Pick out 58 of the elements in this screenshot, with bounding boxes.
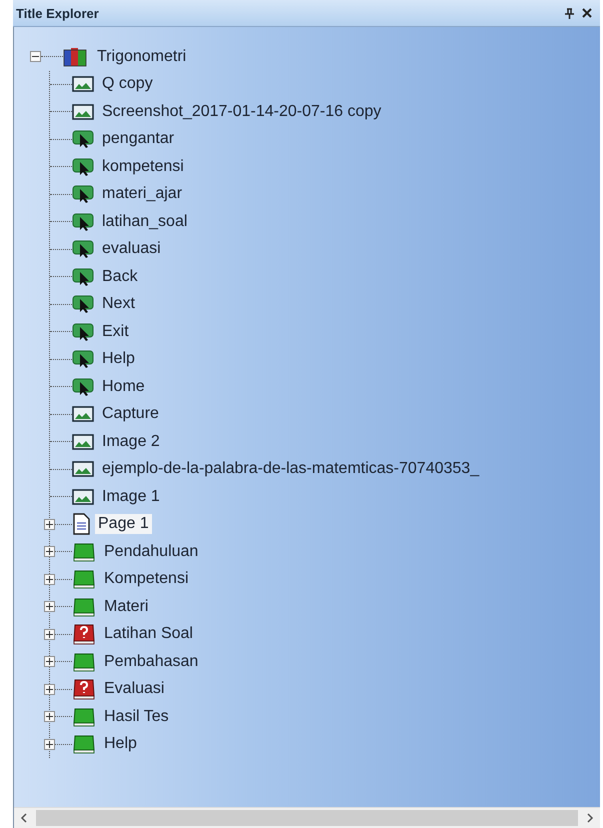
book-icon	[72, 542, 96, 562]
pin-icon[interactable]	[565, 8, 574, 18]
book-icon	[72, 706, 96, 727]
question-book-icon	[72, 623, 96, 646]
image-icon	[72, 104, 94, 120]
scroll-right-icon[interactable]	[586, 813, 594, 823]
cursor-button-icon	[72, 129, 94, 150]
tree-item[interactable]: Pembahasan	[101, 652, 202, 672]
book-icon	[72, 652, 96, 672]
books-icon	[63, 46, 89, 68]
scrollbar-thumb[interactable]	[36, 810, 578, 826]
cursor-button-icon	[72, 266, 94, 287]
cursor-button-icon	[72, 184, 94, 204]
tree-item[interactable]: Exit	[99, 322, 132, 342]
tree-item[interactable]: kompetensi	[99, 156, 187, 177]
tree-item[interactable]: Evaluasi	[101, 679, 168, 700]
book-icon	[72, 734, 96, 754]
image-icon	[72, 406, 94, 422]
tree-item[interactable]: Page 1	[95, 514, 152, 534]
image-icon	[72, 488, 94, 505]
cursor-button-icon	[72, 376, 94, 397]
tree-item[interactable]: Back	[99, 266, 141, 287]
tree-item[interactable]: Next	[99, 294, 138, 314]
tree-item[interactable]: Q copy	[99, 74, 156, 94]
document-icon	[72, 513, 90, 536]
tree-item[interactable]: Help	[99, 349, 138, 370]
image-icon	[72, 461, 94, 478]
tree-item[interactable]: Image 1	[99, 486, 163, 507]
tree-item[interactable]: pengantar	[99, 129, 178, 150]
tree-item[interactable]: ejemplo-de-la-palabra-de-las-matemticas-70740353_	[99, 459, 482, 480]
tree-item[interactable]: evaluasi	[99, 239, 164, 260]
image-icon	[72, 76, 94, 92]
tree-item[interactable]: Home	[99, 376, 148, 397]
tree-item[interactable]: Hasil Tes	[101, 706, 172, 727]
tree-item[interactable]: materi_ajar	[99, 184, 186, 204]
cursor-button-icon	[72, 239, 94, 260]
tree-item[interactable]: Trigonometri	[94, 46, 190, 67]
book-icon	[72, 596, 96, 617]
cursor-button-icon	[72, 212, 94, 232]
tree-item[interactable]: Capture	[99, 404, 162, 424]
tree-item[interactable]: Screenshot_2017-01-14-20-07-16 copy	[99, 102, 384, 122]
tree-item[interactable]: Kompetensi	[101, 569, 192, 590]
cursor-button-icon	[72, 322, 94, 342]
cursor-button-icon	[72, 349, 94, 370]
tree-item[interactable]: Pendahuluan	[101, 542, 202, 562]
tree-item[interactable]: Help	[101, 734, 140, 754]
book-icon	[72, 569, 96, 590]
panel-title: Title Explorer	[16, 6, 99, 20]
tree-item[interactable]: latihan_soal	[99, 212, 190, 232]
tree-item[interactable]: Latihan Soal	[101, 624, 196, 644]
question-book-icon	[72, 678, 96, 700]
close-icon[interactable]	[582, 8, 592, 18]
scroll-left-icon[interactable]	[20, 813, 28, 823]
tree-item[interactable]: Image 2	[99, 432, 163, 452]
cursor-button-icon	[72, 294, 94, 314]
tree-item[interactable]: Materi	[101, 596, 152, 617]
cursor-button-icon	[72, 156, 94, 177]
image-icon	[72, 434, 94, 450]
